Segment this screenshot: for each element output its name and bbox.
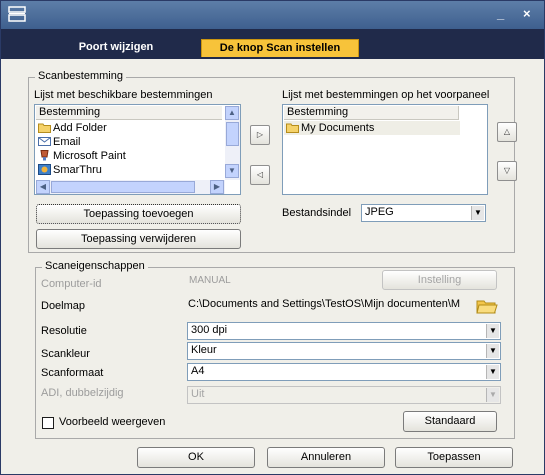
adf-duplex-label: ADI, dubbelzijdig — [41, 387, 124, 399]
list-item-label: Email — [53, 136, 81, 148]
list-item[interactable]: Email — [38, 135, 81, 149]
browse-folder-icon[interactable] — [476, 298, 498, 314]
file-format-select[interactable]: JPEG ▼ — [361, 204, 486, 222]
ok-button[interactable]: OK — [137, 447, 255, 468]
resolution-select[interactable]: 300 dpi ▼ — [187, 322, 501, 340]
scan-format-label: Scanformaat — [41, 367, 104, 379]
scroll-right-button[interactable]: ▶ — [210, 180, 224, 194]
file-format-label: Bestandsindel — [282, 207, 352, 219]
setting-button[interactable]: Instelling — [382, 270, 497, 290]
scan-color-label: Scankleur — [41, 348, 90, 360]
computer-id-label: Computer-id — [41, 278, 102, 290]
cancel-button[interactable]: Annuleren — [267, 447, 385, 468]
target-folder-label: Doelmap — [41, 300, 86, 312]
file-format-value: JPEG — [365, 206, 394, 218]
tab-scan-button-settings[interactable]: De knop Scan instellen — [201, 39, 359, 57]
scroll-left-button[interactable]: ◀ — [36, 180, 50, 194]
scan-destination-title: Scanbestemming — [35, 70, 126, 82]
target-folder-value: C:\Documents and Settings\TestOS\Mijn do… — [188, 298, 461, 310]
scroll-thumb[interactable] — [51, 181, 195, 193]
chevron-down-icon[interactable]: ▼ — [486, 388, 499, 402]
chevron-down-icon[interactable]: ▼ — [486, 324, 499, 338]
available-list-hscrollbar[interactable]: ◀ ▶ — [36, 180, 225, 194]
adf-duplex-value: Uit — [191, 388, 205, 400]
default-button[interactable]: Standaard — [403, 411, 497, 432]
front-panel-list-title: Lijst met bestemmingen op het voorpaneel — [282, 89, 490, 101]
list-item-label: Add Folder — [53, 122, 107, 134]
list-item[interactable]: Add Folder — [38, 121, 107, 135]
resolution-label: Resolutie — [41, 325, 87, 337]
folder-icon — [286, 123, 299, 133]
scan-color-select[interactable]: Kleur ▼ — [187, 342, 501, 360]
tab-bar: Poort wijzigen De knop Scan instellen — [1, 29, 544, 59]
scroll-up-button[interactable]: ▲ — [225, 106, 239, 120]
move-left-button[interactable]: ◁ — [250, 165, 270, 185]
scan-format-value: A4 — [191, 365, 205, 377]
available-destinations-list[interactable]: Bestemming Add Folder Email Microsoft Pa… — [34, 104, 241, 195]
printer-icon — [8, 6, 26, 22]
folder-icon — [38, 123, 51, 133]
list-item-label: Microsoft Paint — [53, 150, 126, 162]
scroll-down-button[interactable]: ▼ — [225, 164, 239, 178]
smarthru-icon — [38, 164, 51, 175]
chevron-down-icon[interactable]: ▼ — [486, 365, 499, 379]
chevron-down-icon[interactable]: ▼ — [486, 344, 499, 358]
remove-application-button[interactable]: Toepassing verwijderen — [36, 229, 241, 249]
list-item-label: SmarThru — [53, 164, 102, 176]
front-panel-list-column-header[interactable]: Bestemming — [284, 106, 459, 120]
available-list-column-header[interactable]: Bestemming — [36, 106, 222, 120]
list-item[interactable]: Microsoft Paint — [38, 149, 126, 163]
available-list-title: Lijst met beschikbare bestemmingen — [34, 89, 213, 101]
target-folder-path: C:\Documents and Settings\TestOS\Mijn do… — [188, 297, 473, 315]
paint-icon — [40, 150, 49, 161]
scan-properties-title: Scaneigenschappen — [42, 260, 148, 272]
scan-format-select[interactable]: A4 ▼ — [187, 363, 501, 381]
list-item-label: My Documents — [301, 122, 375, 134]
apply-button[interactable]: Toepassen — [395, 447, 513, 468]
list-item[interactable]: My Documents — [284, 121, 460, 135]
list-item[interactable]: SmarThru — [38, 163, 102, 177]
tab-port-change[interactable]: Poort wijzigen — [51, 39, 181, 57]
preview-label: Voorbeeld weergeven — [59, 416, 166, 428]
close-button[interactable]: × — [523, 6, 531, 21]
move-right-button[interactable]: ▷ — [250, 125, 270, 145]
add-application-button[interactable]: Toepassing toevoegen — [36, 204, 241, 224]
move-down-button[interactable]: ▽ — [497, 161, 517, 181]
scan-color-value: Kleur — [191, 344, 217, 356]
adf-duplex-select[interactable]: Uit ▼ — [187, 386, 501, 404]
available-list-vscrollbar[interactable]: ▲ ▼ — [225, 106, 240, 180]
scroll-thumb[interactable] — [226, 122, 239, 146]
front-panel-destinations-list[interactable]: Bestemming My Documents — [282, 104, 488, 195]
computer-id-value: MANUAL — [189, 275, 231, 286]
resolution-value: 300 dpi — [191, 324, 228, 336]
title-bar: _ × — [1, 1, 544, 29]
email-icon — [38, 137, 51, 146]
preview-checkbox[interactable] — [42, 417, 54, 429]
chevron-down-icon[interactable]: ▼ — [471, 206, 484, 220]
scan-settings-window: _ × Poort wijzigen De knop Scan instelle… — [0, 0, 545, 475]
move-up-button[interactable]: △ — [497, 122, 517, 142]
minimize-button[interactable]: _ — [497, 6, 504, 21]
